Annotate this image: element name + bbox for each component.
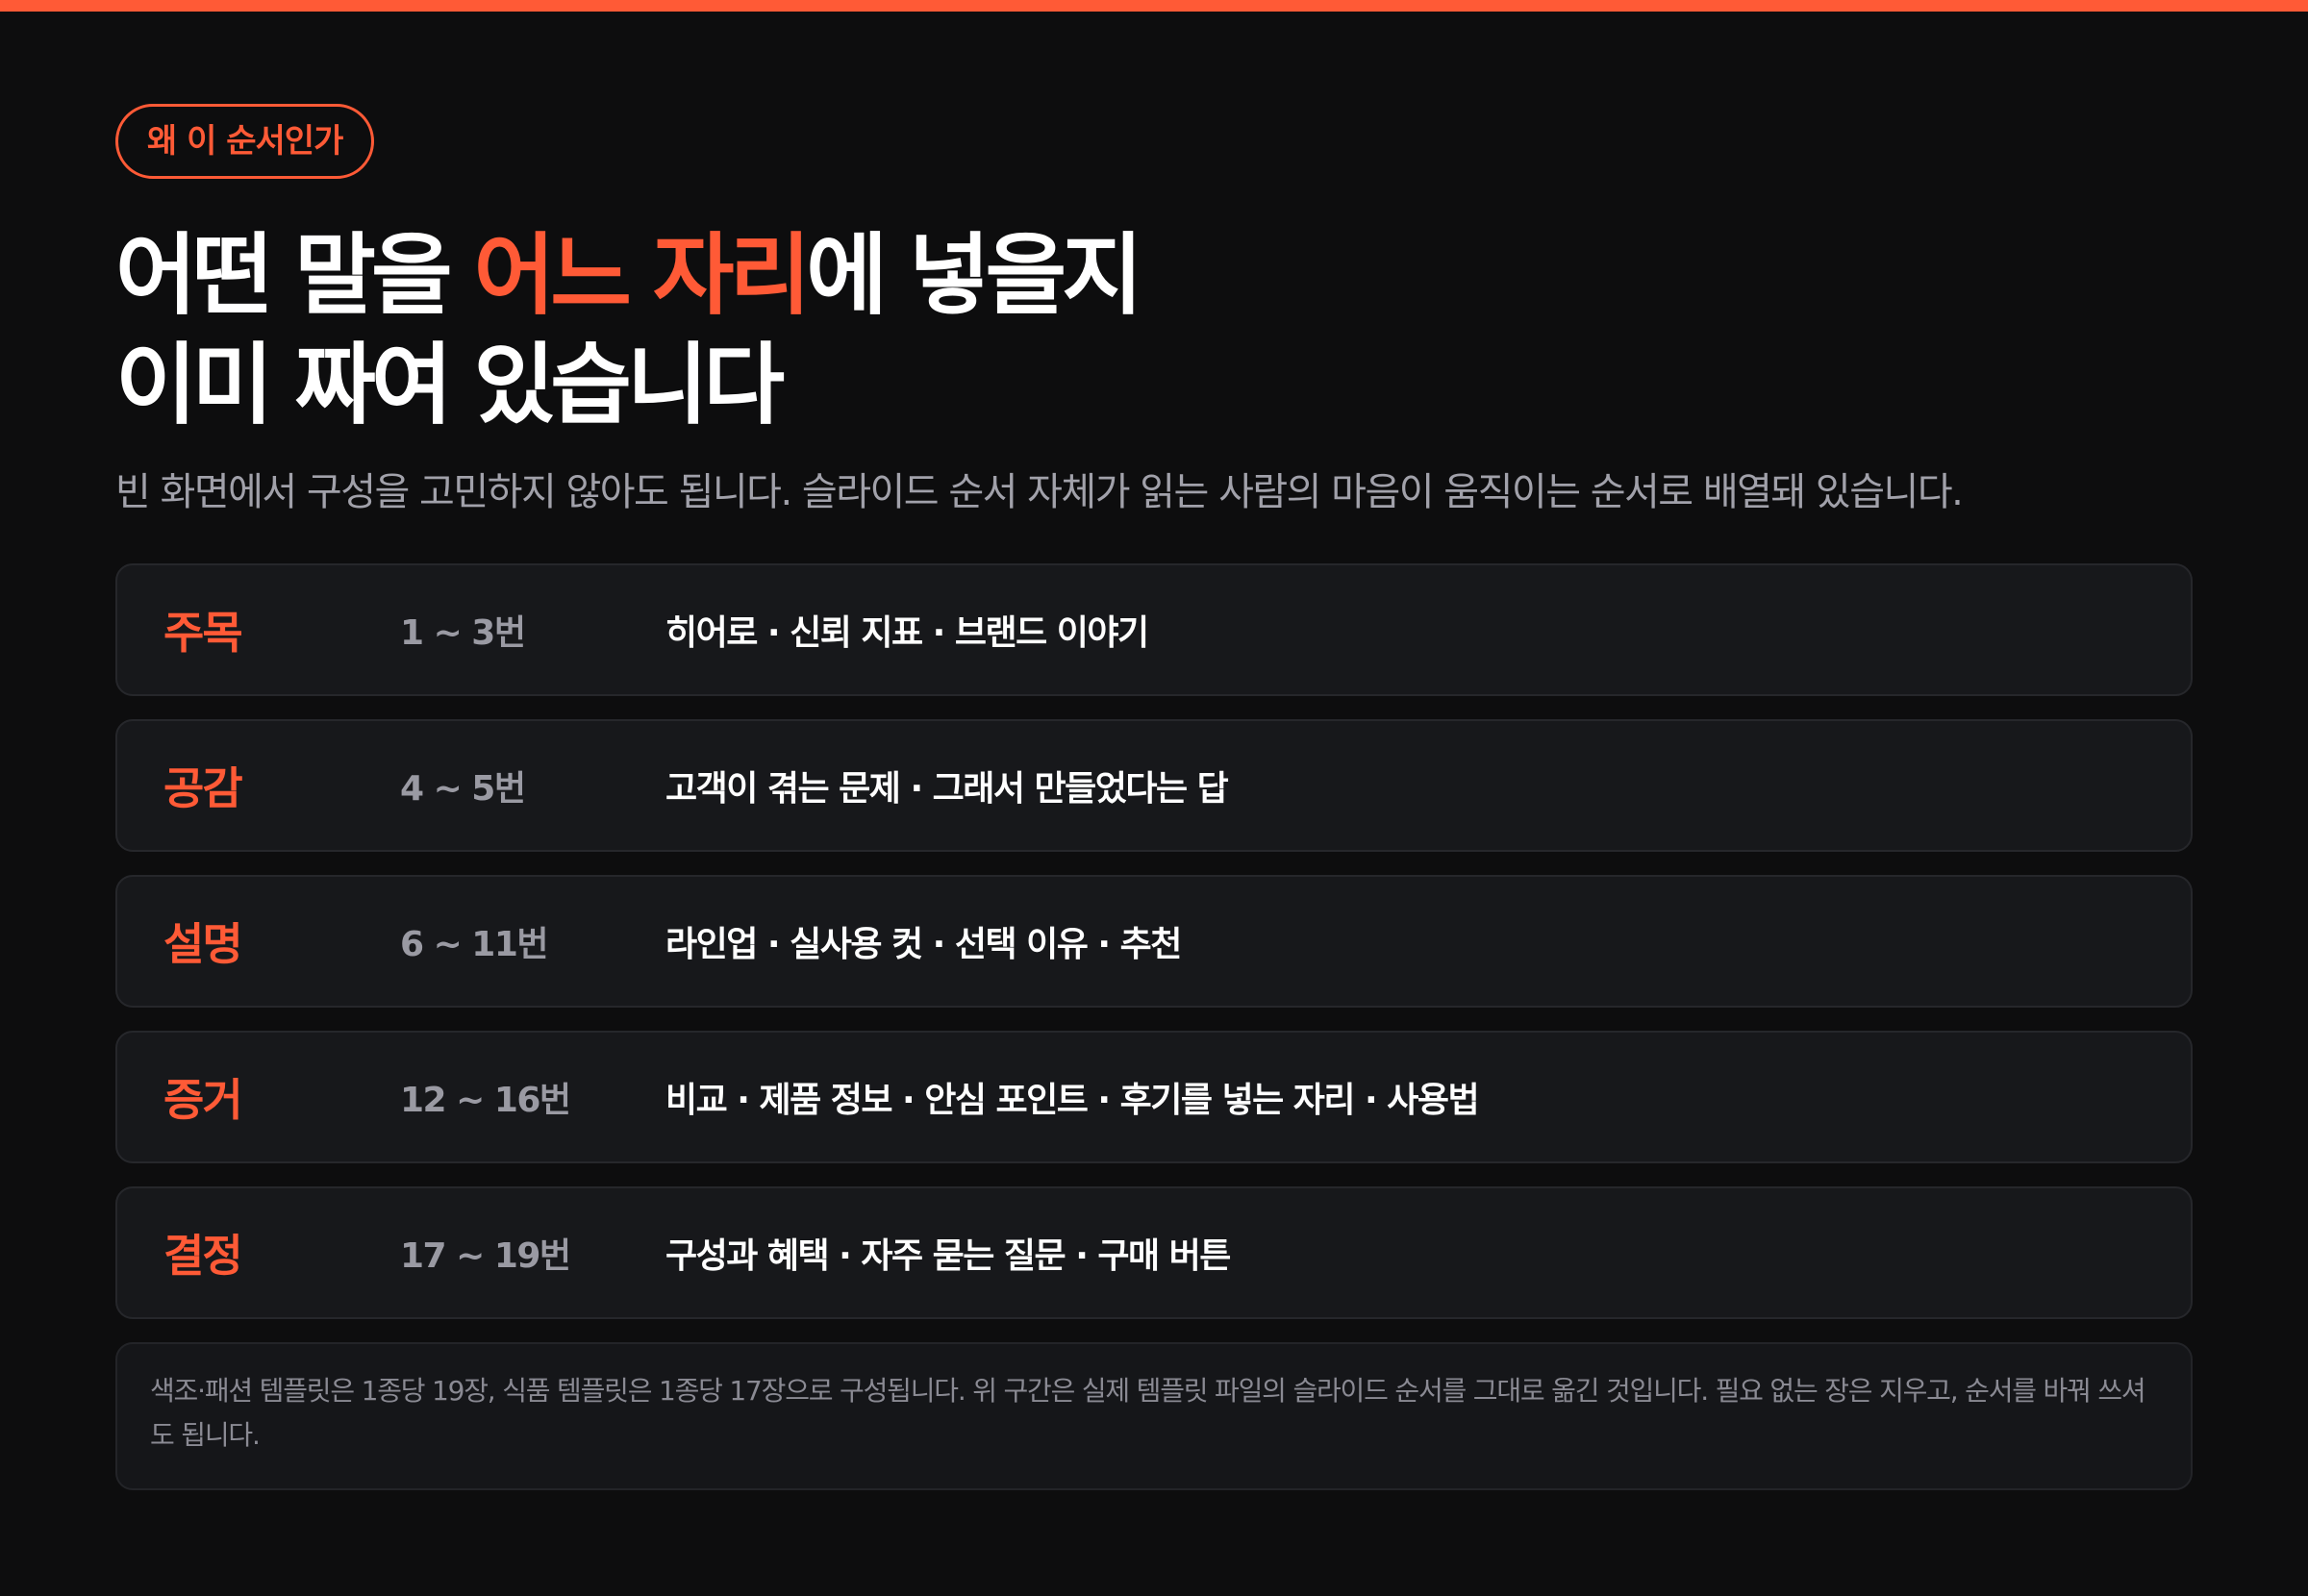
title-line2: 이미 짜여 있습니다: [115, 334, 785, 436]
stage-row-decision: 결정 17 ~ 19번 구성과 혜택 · 자주 묻는 질문 · 구매 버튼: [115, 1186, 2193, 1319]
section-badge: 왜 이 순서인가: [115, 104, 375, 179]
stage-slide-range: 4 ~ 5번: [400, 769, 526, 809]
stage-row-attention: 주목 1 ~ 3번 히어로 · 신뢰 지표 · 브랜드 이야기: [115, 563, 2193, 696]
stage-list: 주목 1 ~ 3번 히어로 · 신뢰 지표 · 브랜드 이야기 공감 4 ~ 5…: [115, 563, 2193, 1319]
title-line1-before: 어떤 말을: [115, 224, 474, 327]
section-subtitle: 빈 화면에서 구성을 고민하지 않아도 됩니다. 슬라이드 순서 자체가 읽는 …: [115, 470, 1964, 514]
stage-description: 구성과 혜택 · 자주 묻는 질문 · 구매 버튼: [665, 1236, 1231, 1276]
stage-label: 설명: [163, 918, 243, 970]
stage-slide-range: 12 ~ 16번: [400, 1081, 571, 1120]
stage-description: 히어로 · 신뢰 지표 · 브랜드 이야기: [665, 613, 1149, 653]
stage-description: 비교 · 제품 정보 · 안심 포인트 · 후기를 넣는 자리 · 사용법: [665, 1081, 1480, 1120]
section-why-this-order: 왜 이 순서인가 어떤 말을 어느 자리에 넣을지 이미 짜여 있습니다 빈 화…: [115, 104, 2193, 1490]
stage-slide-range: 6 ~ 11번: [400, 925, 549, 964]
stage-slide-range: 17 ~ 19번: [400, 1236, 571, 1276]
stage-description: 라인업 · 실사용 컷 · 선택 이유 · 추천: [665, 925, 1182, 964]
stage-label: 결정: [163, 1230, 243, 1282]
stage-description: 고객이 겪는 문제 · 그래서 만들었다는 답: [665, 769, 1229, 809]
stage-label: 주목: [163, 607, 243, 659]
stage-row-evidence: 증거 12 ~ 16번 비교 · 제품 정보 · 안심 포인트 · 후기를 넣는…: [115, 1031, 2193, 1163]
title-line1-after: 에 넣을지: [806, 224, 1143, 327]
stage-label: 증거: [163, 1074, 243, 1126]
stage-row-empathy: 공감 4 ~ 5번 고객이 겪는 문제 · 그래서 만들었다는 답: [115, 719, 2193, 852]
section-title: 어떤 말을 어느 자리에 넣을지 이미 짜여 있습니다: [115, 221, 2193, 440]
template-note: 색조·패션 템플릿은 1종당 19장, 식품 템플릿은 1종당 17장으로 구성…: [115, 1342, 2193, 1490]
stage-slide-range: 1 ~ 3번: [400, 613, 526, 653]
stage-label: 공감: [163, 762, 243, 814]
title-accent: 어느 자리: [473, 224, 812, 327]
top-accent-bar: [0, 0, 2308, 12]
stage-row-explanation: 설명 6 ~ 11번 라인업 · 실사용 컷 · 선택 이유 · 추천: [115, 875, 2193, 1008]
